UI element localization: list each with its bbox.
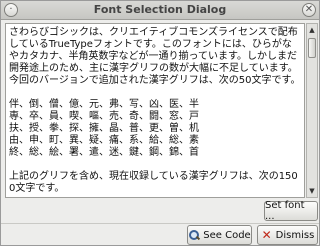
title-bar[interactable]: · Font Selection Dialog ✕: [1, 1, 319, 20]
dismiss-label: Dismiss: [275, 229, 315, 241]
set-font-label: Set font ...: [265, 200, 305, 222]
magnifier-icon: [188, 229, 200, 241]
sample-text-view[interactable]: さわらびゴシックは、クリエイティブコモンズライセンスで配布しているTrueTyp…: [5, 23, 305, 198]
see-code-button[interactable]: See Code: [187, 225, 252, 245]
dismiss-button[interactable]: ✕ Dismiss: [257, 225, 318, 245]
close-x-icon: ✕: [261, 228, 272, 242]
set-font-button[interactable]: Set font ...: [264, 200, 318, 222]
window-close-button[interactable]: ✕: [302, 3, 316, 17]
scroll-up-arrow-icon[interactable]: ▲: [307, 24, 317, 36]
font-selection-dialog: · Font Selection Dialog ✕ さわらびゴシックは、クリエイ…: [0, 0, 320, 246]
window-title: Font Selection Dialog: [93, 3, 227, 16]
close-icon: ✕: [304, 4, 314, 15]
see-code-label: See Code: [203, 229, 251, 241]
scrollbar-thumb[interactable]: [308, 38, 316, 58]
sample-text-content: さわらびゴシックは、クリエイティブコモンズライセンスで配布しているTrueTyp…: [9, 27, 301, 194]
action-area-separator: [1, 223, 319, 224]
vertical-scrollbar[interactable]: ▲ ▼: [306, 23, 318, 198]
scroll-down-arrow-icon[interactable]: ▼: [307, 185, 317, 197]
